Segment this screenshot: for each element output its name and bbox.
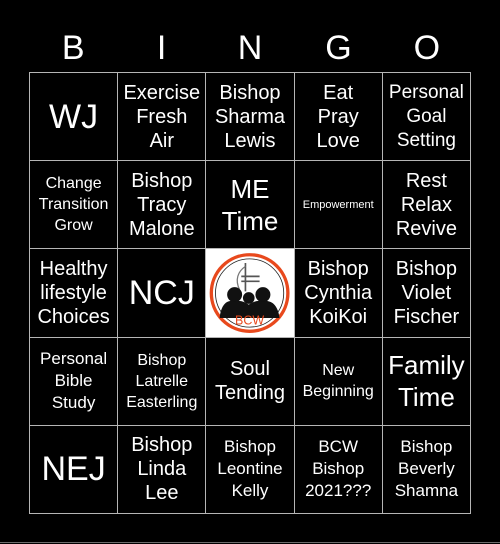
bingo-cell[interactable]: Empowerment xyxy=(294,161,383,250)
bingo-cell[interactable]: New Beginning xyxy=(294,337,383,426)
bingo-cell[interactable]: Bishop Cynthia KoiKoi xyxy=(294,249,383,338)
bottom-divider xyxy=(0,542,500,543)
bingo-cell[interactable]: Soul Tending xyxy=(206,337,295,426)
bingo-cell[interactable]: Healthy lifestyle Choices xyxy=(30,249,119,338)
bingo-cell-label: Bishop Linda Lee xyxy=(131,434,193,505)
bingo-cell-label: NCJ xyxy=(128,273,195,312)
header-letter-b: B xyxy=(61,29,85,67)
bingo-cell[interactable]: NCJ xyxy=(118,249,207,338)
bingo-cell-label: Healthy lifestyle Choices xyxy=(37,257,110,328)
bingo-header: B I N G O xyxy=(29,24,471,72)
bingo-cell[interactable]: Bishop Latrelle Easterling xyxy=(118,337,207,426)
bingo-cell[interactable]: ME Time xyxy=(206,161,295,250)
bingo-cell-label: Bishop Latrelle Easterling xyxy=(126,351,198,411)
bingo-cell-label: Exercise Fresh Air xyxy=(123,81,201,152)
bingo-cell[interactable]: Eat Pray Love xyxy=(294,73,383,162)
bingo-cell-label: NEJ xyxy=(41,450,106,489)
bingo-cell-label: Family Time xyxy=(388,350,465,413)
bingo-cell-label: Bishop Violet Fischer xyxy=(393,257,460,328)
bingo-cell-label: Empowerment xyxy=(302,198,374,211)
bingo-cell-label: Eat Pray Love xyxy=(316,81,360,152)
header-letter-n: N xyxy=(237,29,263,67)
bingo-cell-label: Change Transition Grow xyxy=(38,175,109,235)
bingo-cell-label: New Beginning xyxy=(302,362,374,401)
header-letter-i: I xyxy=(156,29,167,67)
bingo-cell[interactable]: WJ xyxy=(30,73,119,162)
bingo-cell[interactable]: BCW Bishop 2021??? xyxy=(294,425,383,514)
bingo-cell-label: Bishop Cynthia KoiKoi xyxy=(304,257,373,328)
bcw-logo-icon: BCW xyxy=(210,253,290,333)
bingo-cell[interactable]: Family Time xyxy=(382,337,471,426)
bingo-cell-label: Soul Tending xyxy=(214,358,286,405)
bingo-cell[interactable]: Bishop Leontine Kelly xyxy=(206,425,295,514)
bingo-cell-label: BCW Bishop 2021??? xyxy=(305,437,372,501)
bingo-cell-label: WJ xyxy=(49,97,99,136)
bingo-cell-label: Personal Goal Setting xyxy=(388,81,464,151)
bingo-cell[interactable]: Exercise Fresh Air xyxy=(118,73,207,162)
bingo-card: WJ Exercise Fresh Air Bishop Sharma Lewis E… xyxy=(29,72,471,514)
header-letter-o: O xyxy=(413,29,441,67)
bingo-cell-label: Bishop Leontine Kelly xyxy=(217,437,283,501)
bingo-cell[interactable]: Rest Relax Revive xyxy=(382,161,471,250)
bingo-cell-label: Rest Relax Revive xyxy=(395,169,457,240)
bingo-cell[interactable]: Bishop Beverly Shamna xyxy=(382,425,471,514)
bingo-cell[interactable]: Personal Goal Setting xyxy=(382,73,471,162)
bingo-cell[interactable]: Personal Bible Study xyxy=(30,337,119,426)
bingo-cell[interactable]: NEJ xyxy=(30,425,119,514)
bingo-cell[interactable]: Bishop Linda Lee xyxy=(118,425,207,514)
bingo-cell-label: Personal Bible Study xyxy=(40,349,108,413)
logo-text: BCW xyxy=(235,314,264,328)
bingo-cell[interactable]: Bishop Violet Fischer xyxy=(382,249,471,338)
bingo-cell[interactable]: Bishop Tracy Malone xyxy=(118,161,207,250)
header-letter-g: G xyxy=(325,29,352,67)
bingo-cell-label: ME Time xyxy=(221,173,279,236)
bingo-cell[interactable]: Change Transition Grow xyxy=(30,161,119,250)
bingo-free-space[interactable]: BCW xyxy=(206,249,295,338)
bingo-cell-label: Bishop Tracy Malone xyxy=(128,169,195,240)
bingo-cell-label: Bishop Beverly Shamna xyxy=(394,437,459,501)
bingo-cell-label: Bishop Sharma Lewis xyxy=(214,81,285,152)
bingo-cell[interactable]: Bishop Sharma Lewis xyxy=(206,73,295,162)
